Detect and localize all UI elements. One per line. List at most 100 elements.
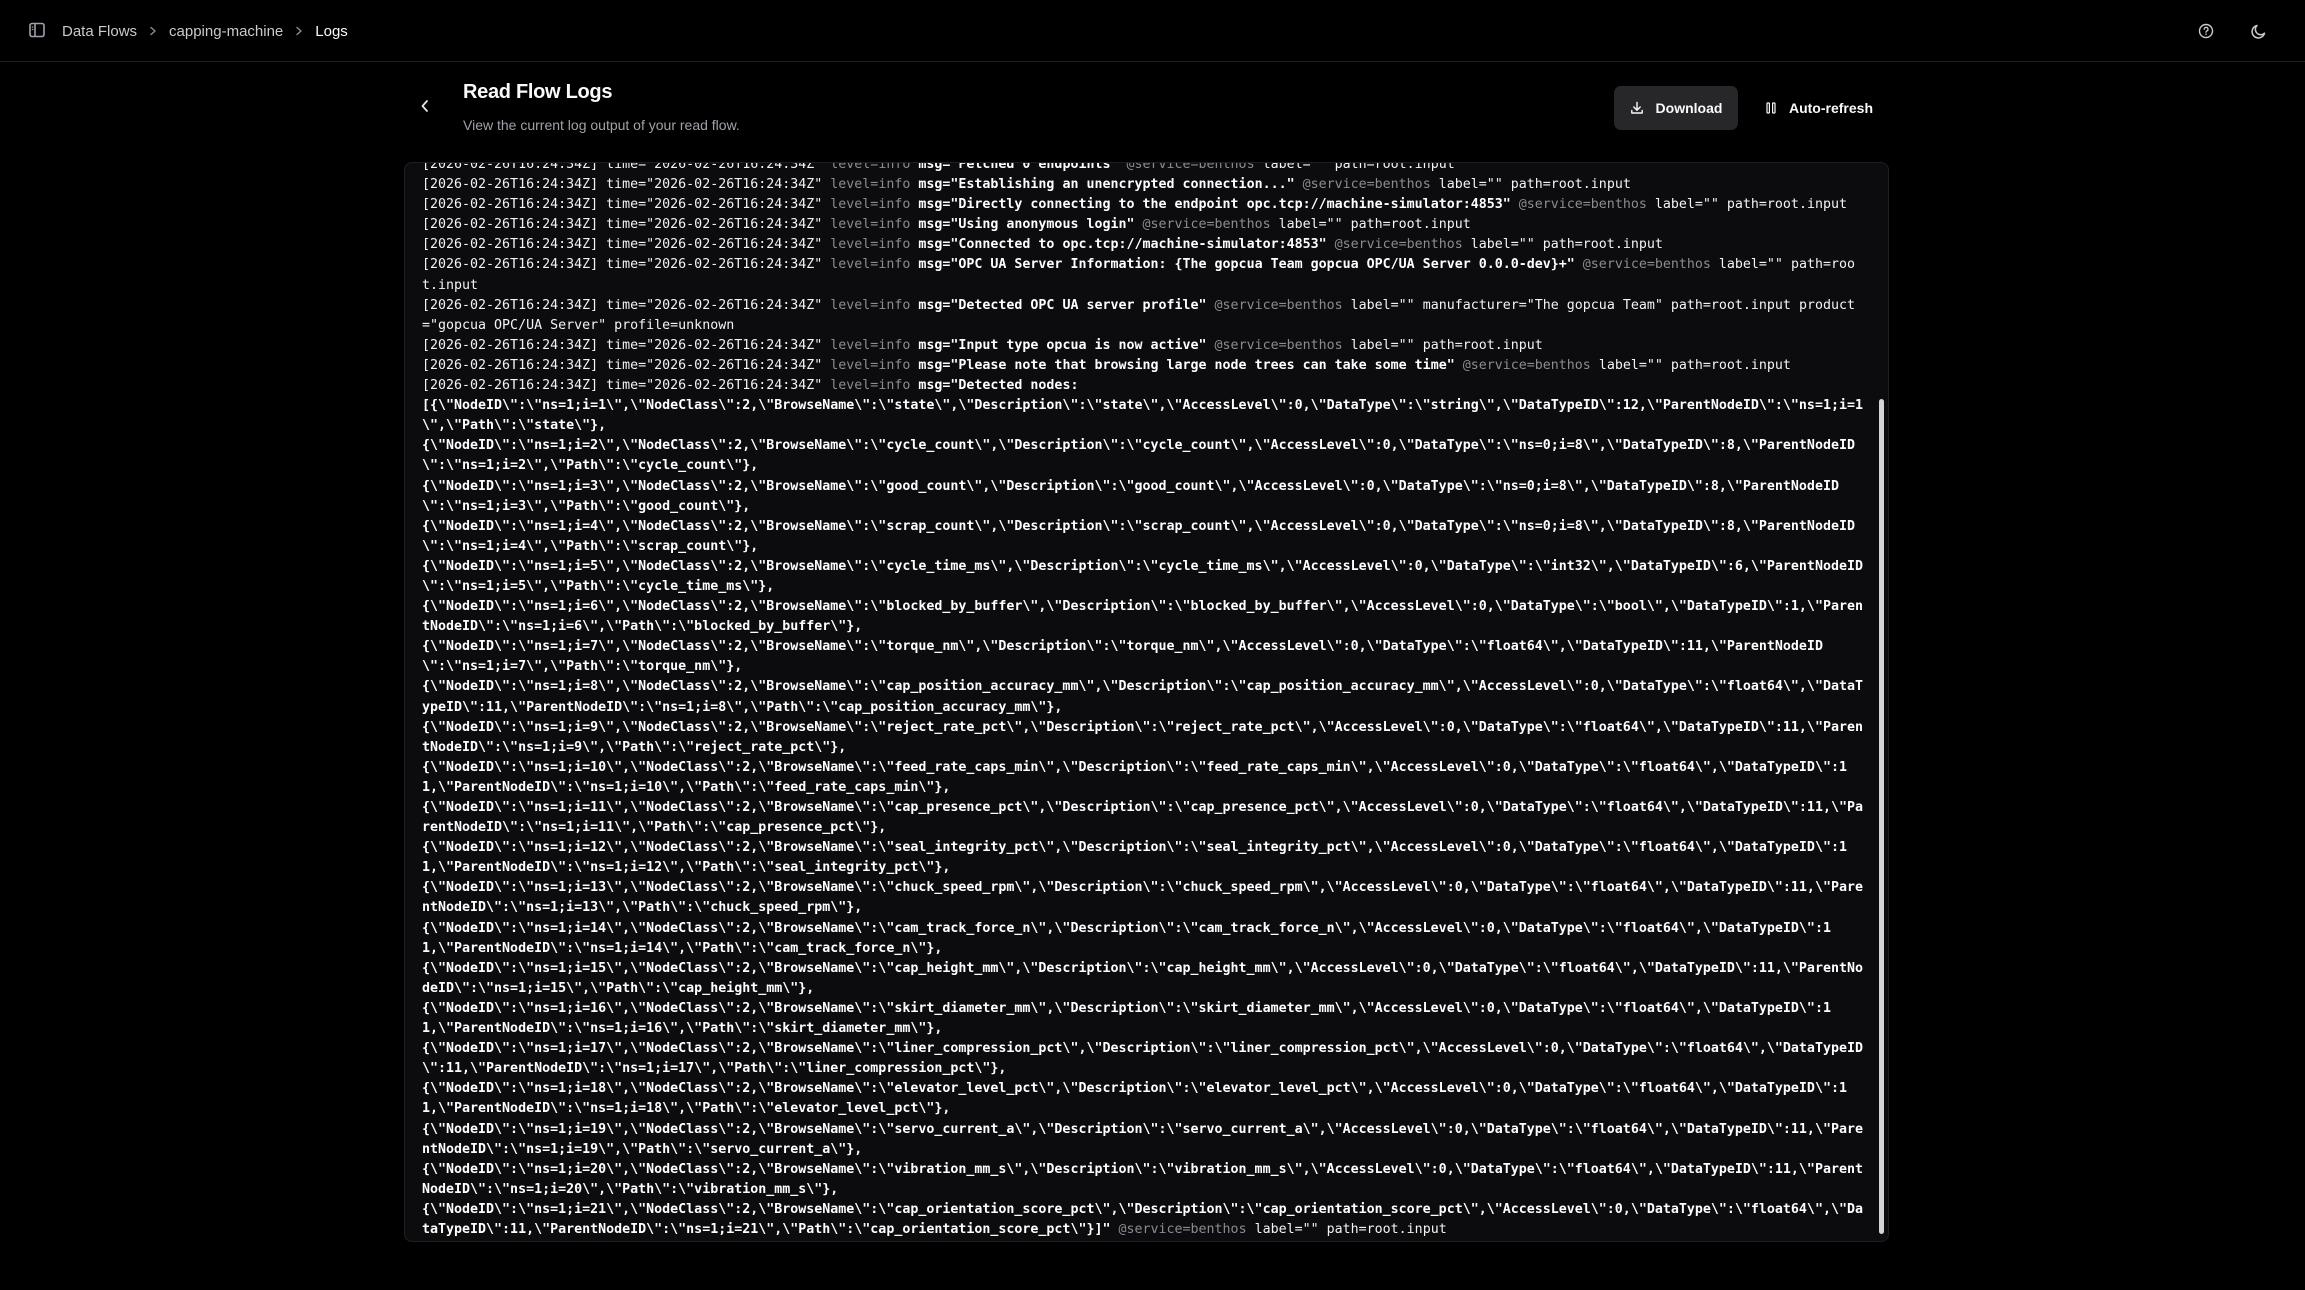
log-line: {\"NodeID\":\"ns=1;i=16\",\"NodeClass\":…	[422, 999, 1864, 1039]
log-line: {\"NodeID\":\"ns=1;i=21\",\"NodeClass\":…	[422, 1200, 1864, 1240]
log-segment: {\"NodeID\":\"ns=1;i=20\",\"NodeClass\":…	[422, 1161, 1863, 1197]
log-segment: {\"NodeID\":\"ns=1;i=16\",\"NodeClass\":…	[422, 1000, 1831, 1037]
download-icon	[1630, 101, 1644, 115]
log-scrollbar[interactable]	[1879, 399, 1884, 1234]
sidebar-toggle-icon[interactable]	[27, 20, 47, 40]
log-segment: level=info	[830, 197, 919, 213]
log-segment: {\"NodeID\":\"ns=1;i=17\",\"NodeClass\":…	[422, 1041, 1863, 1077]
log-segment: label="" path=root.input	[1598, 357, 1791, 373]
log-line: {\"NodeID\":\"ns=1;i=20\",\"NodeClass\":…	[422, 1160, 1864, 1200]
log-segment: [2026-02-26T16:24:34Z] time="2026-02-26T…	[422, 177, 831, 193]
log-segment: {\"NodeID\":\"ns=1;i=15\",\"NodeClass\":…	[422, 960, 1863, 996]
log-segment: {\"NodeID\":\"ns=1;i=5\",\"NodeClass\":2…	[422, 558, 1863, 594]
log-segment: [2026-02-26T16:24:34Z] time="2026-02-26T…	[422, 237, 831, 253]
log-segment: msg="Detected OPC UA server profile"	[918, 297, 1215, 313]
log-line: {\"NodeID\":\"ns=1;i=6\",\"NodeClass\":2…	[422, 597, 1864, 637]
log-segment: {\"NodeID\":\"ns=1;i=11\",\"NodeClass\":…	[422, 800, 1863, 836]
log-line: {\"NodeID\":\"ns=1;i=8\",\"NodeClass\":2…	[422, 677, 1864, 717]
breadcrumb-capping-machine[interactable]: capping-machine	[169, 23, 283, 40]
log-segment: {\"NodeID\":\"ns=1;i=18\",\"NodeClass\":…	[422, 1081, 1847, 1117]
log-line: {\"NodeID\":\"ns=1;i=7\",\"NodeClass\":2…	[422, 637, 1864, 677]
log-segment: {\"NodeID\":\"ns=1;i=9\",\"NodeClass\":2…	[422, 719, 1863, 755]
log-segment: @service=benthos	[1518, 197, 1655, 213]
log-line: {\"NodeID\":\"ns=1;i=10\",\"NodeClass\":…	[422, 758, 1864, 798]
log-segment: @service=benthos	[1334, 237, 1471, 253]
log-line: {\"NodeID\":\"ns=1;i=17\",\"NodeClass\":…	[422, 1039, 1864, 1079]
log-segment: label="" path=root.input	[1262, 162, 1455, 172]
breadcrumb-data-flows[interactable]: Data Flows	[62, 23, 137, 40]
log-segment: [2026-02-26T16:24:34Z] time="2026-02-26T…	[422, 257, 831, 273]
log-segment: [2026-02-26T16:24:34Z] time="2026-02-26T…	[422, 197, 831, 213]
log-line: [2026-02-26T16:24:34Z] time="2026-02-26T…	[422, 235, 1864, 255]
log-line: {\"NodeID\":\"ns=1;i=18\",\"NodeClass\":…	[422, 1079, 1864, 1119]
download-label: Download	[1655, 100, 1723, 116]
log-segment: @service=benthos	[1126, 162, 1263, 172]
log-line: [2026-02-26T16:24:34Z] time="2026-02-26T…	[422, 356, 1864, 376]
log-segment: label="" path=root.input	[1350, 337, 1543, 353]
log-line: {\"NodeID\":\"ns=1;i=11\",\"NodeClass\":…	[422, 798, 1864, 838]
log-segment: msg="Establishing an unencrypted connect…	[918, 177, 1303, 193]
log-segment: level=info	[830, 177, 919, 193]
log-line: [{\"NodeID\":\"ns=1;i=1\",\"NodeClass\":…	[422, 396, 1864, 436]
log-segment: {\"NodeID\":\"ns=1;i=19\",\"NodeClass\":…	[422, 1121, 1863, 1157]
log-segment: level=info	[830, 217, 919, 233]
log-segment: label="" path=root.input	[1438, 177, 1631, 193]
log-segment: {\"NodeID\":\"ns=1;i=12\",\"NodeClass\":…	[422, 840, 1847, 876]
log-segment: @service=benthos	[1118, 1221, 1255, 1237]
download-button[interactable]: Download	[1614, 86, 1738, 130]
back-button[interactable]	[415, 97, 435, 119]
log-segment: @service=benthos	[1582, 257, 1719, 273]
log-line: {\"NodeID\":\"ns=1;i=12\",\"NodeClass\":…	[422, 838, 1864, 878]
log-segment: msg="Input type opcua is now active"	[918, 337, 1215, 353]
page-subtitle: View the current log output of your read…	[463, 117, 740, 133]
log-line: [2026-02-26T16:24:34Z] time="2026-02-26T…	[422, 255, 1864, 295]
log-segment: {\"NodeID\":\"ns=1;i=14\",\"NodeClass\":…	[422, 920, 1831, 956]
log-line: [2026-02-26T16:24:34Z] time="2026-02-26T…	[422, 296, 1864, 336]
auto-refresh-button[interactable]: Auto-refresh	[1752, 86, 1886, 130]
log-output-panel[interactable]: [2026-02-26T16:24:34Z] time="2026-02-26T…	[404, 162, 1889, 1242]
log-segment: [2026-02-26T16:24:34Z] time="2026-02-26T…	[422, 357, 831, 373]
breadcrumb-logs: Logs	[315, 22, 348, 40]
log-line: {\"NodeID\":\"ns=1;i=19\",\"NodeClass\":…	[422, 1120, 1864, 1160]
log-line: {\"NodeID\":\"ns=1;i=5\",\"NodeClass\":2…	[422, 557, 1864, 597]
log-segment: {\"NodeID\":\"ns=1;i=10\",\"NodeClass\":…	[422, 759, 1847, 795]
chevron-right-icon	[145, 23, 161, 39]
pause-icon	[1765, 101, 1777, 115]
log-line: [2026-02-26T16:24:34Z] time="2026-02-26T…	[422, 376, 1864, 396]
log-segment: @service=benthos	[1214, 337, 1351, 353]
log-segment: [{\"NodeID\":\"ns=1;i=1\",\"NodeClass\":…	[422, 398, 1863, 434]
log-line: {\"NodeID\":\"ns=1;i=3\",\"NodeClass\":2…	[422, 477, 1864, 517]
log-segment: @service=benthos	[1462, 357, 1599, 373]
help-circle-icon[interactable]	[2195, 20, 2217, 42]
log-segment: {\"NodeID\":\"ns=1;i=13\",\"NodeClass\":…	[422, 880, 1863, 916]
log-segment: @service=benthos	[1142, 217, 1279, 233]
log-segment: @service=benthos	[1214, 297, 1351, 313]
log-line: [2026-02-26T16:24:34Z] time="2026-02-26T…	[422, 336, 1864, 356]
log-segment: label="" path=root.input	[1254, 1221, 1447, 1237]
auto-refresh-label: Auto-refresh	[1788, 100, 1873, 116]
log-segment: level=info	[830, 337, 919, 353]
moon-icon[interactable]	[2247, 20, 2269, 42]
log-segment: {\"NodeID\":\"ns=1;i=7\",\"NodeClass\":2…	[422, 639, 1823, 675]
breadcrumb: Data Flows capping-machine Logs	[62, 20, 348, 42]
log-segment: msg="Detected nodes:	[918, 378, 1079, 394]
log-line: {\"NodeID\":\"ns=1;i=13\",\"NodeClass\":…	[422, 878, 1864, 918]
log-segment: [2026-02-26T16:24:34Z] time="2026-02-26T…	[422, 337, 831, 353]
log-segment: msg="Please note that browsing large nod…	[918, 357, 1463, 373]
log-line: [2026-02-26T16:24:34Z] time="2026-02-26T…	[422, 195, 1864, 215]
log-segment: msg="Directly connecting to the endpoint…	[918, 197, 1519, 213]
log-line: {\"NodeID\":\"ns=1;i=4\",\"NodeClass\":2…	[422, 517, 1864, 557]
log-content: [2026-02-26T16:24:34Z] time="2026-02-26T…	[422, 162, 1864, 1240]
log-line: [2026-02-26T16:24:34Z] time="2026-02-26T…	[422, 175, 1864, 195]
log-segment: {\"NodeID\":\"ns=1;i=2\",\"NodeClass\":2…	[422, 438, 1855, 474]
log-segment: msg="Connected to opc.tcp://machine-simu…	[918, 237, 1335, 253]
log-segment: [2026-02-26T16:24:34Z] time="2026-02-26T…	[422, 378, 831, 394]
log-segment: [2026-02-26T16:24:34Z] time="2026-02-26T…	[422, 217, 831, 233]
log-segment: level=info	[830, 162, 919, 172]
chevron-left-icon	[420, 99, 430, 118]
log-segment: label="" path=root.input	[1654, 197, 1847, 213]
log-segment: label="" path=root.input	[1470, 237, 1663, 253]
log-segment: {\"NodeID\":\"ns=1;i=8\",\"NodeClass\":2…	[422, 679, 1863, 715]
log-segment: {\"NodeID\":\"ns=1;i=4\",\"NodeClass\":2…	[422, 518, 1855, 554]
top-bar: Data Flows capping-machine Logs	[0, 0, 2305, 62]
